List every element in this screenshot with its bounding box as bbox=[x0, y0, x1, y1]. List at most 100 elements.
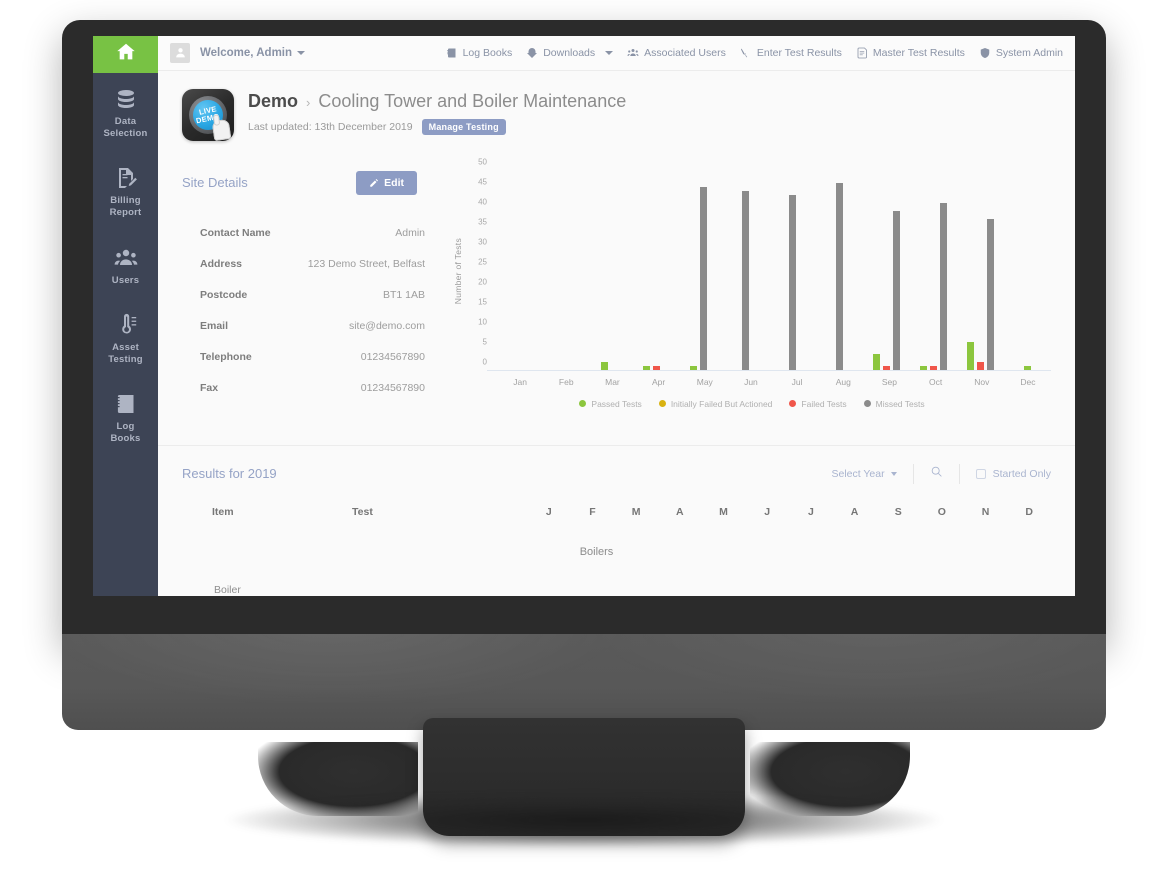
chart-legend: Passed Tests Initially Failed But Actione… bbox=[453, 387, 1051, 409]
chart-x-tick: Mar bbox=[605, 376, 620, 387]
chart-month-group bbox=[816, 171, 863, 370]
logbook-icon bbox=[114, 392, 138, 416]
detail-row: Address 123 Demo Street, Belfast bbox=[182, 258, 437, 270]
nav-system-admin[interactable]: System Admin bbox=[979, 47, 1063, 59]
chevron-down-icon bbox=[297, 50, 306, 55]
sidebar-item-data-selection[interactable]: Data Selection bbox=[93, 73, 158, 152]
column-header-month: S bbox=[894, 505, 902, 518]
last-updated: Last updated: 13th December 2019 bbox=[248, 120, 413, 133]
legend-item[interactable]: Initially Failed But Actioned bbox=[658, 398, 773, 409]
welcome-label: Welcome, Admin bbox=[200, 46, 293, 59]
started-only-checkbox[interactable]: Started Only bbox=[975, 467, 1051, 480]
sidebar-label-line1: Users bbox=[111, 274, 140, 286]
chart-bar[interactable] bbox=[690, 365, 697, 370]
user-avatar-icon bbox=[175, 48, 185, 58]
search-icon[interactable] bbox=[930, 465, 943, 483]
chart-x-tick: Nov bbox=[974, 376, 990, 387]
legend-item[interactable]: Passed Tests bbox=[579, 398, 642, 409]
sidebar-item-asset-testing[interactable]: Asset Testing bbox=[93, 299, 158, 378]
divider bbox=[958, 463, 960, 484]
chart-y-tick: 50 bbox=[478, 157, 487, 167]
sidebar-item-billing-report[interactable]: Billing Report bbox=[93, 152, 158, 231]
chart-bar[interactable] bbox=[967, 341, 974, 370]
chart-bar[interactable] bbox=[873, 353, 880, 370]
chart-bar[interactable] bbox=[742, 190, 749, 370]
breadcrumb-root[interactable]: Demo bbox=[248, 91, 298, 112]
sidebar-label-line1: Log bbox=[116, 421, 135, 433]
chevron-down-icon bbox=[890, 471, 897, 476]
results-table: Item Test J F M A M J J A S O N D Boiler… bbox=[182, 506, 1051, 596]
detail-key: Postcode bbox=[200, 288, 248, 301]
nav-label: Log Books bbox=[462, 46, 513, 59]
manage-testing-badge[interactable]: Manage Testing bbox=[421, 118, 506, 135]
nav-master-test-results[interactable]: Master Test Results bbox=[856, 47, 965, 59]
legend-item[interactable]: Missed Tests bbox=[863, 398, 925, 409]
detail-row: Telephone 01234567890 bbox=[182, 351, 437, 363]
chart-month-group bbox=[1004, 171, 1051, 370]
chart-bar[interactable] bbox=[700, 186, 707, 370]
sidebar-label-line1: Billing bbox=[110, 195, 141, 207]
legend-label: Passed Tests bbox=[591, 398, 642, 409]
sidebar-item-home[interactable] bbox=[93, 36, 158, 73]
column-header-month: A bbox=[850, 505, 859, 518]
thermometer-icon bbox=[114, 313, 138, 337]
chart-bar[interactable] bbox=[653, 365, 660, 370]
legend-item[interactable]: Failed Tests bbox=[789, 399, 847, 409]
chart-bar[interactable] bbox=[789, 194, 796, 370]
chart-bar[interactable] bbox=[977, 361, 984, 370]
sidebar-item-users[interactable]: Users bbox=[93, 232, 158, 299]
site-details-list: Contact Name Admin Address 123 Demo Stre… bbox=[182, 227, 437, 394]
chart-x-tick: Feb bbox=[558, 376, 574, 387]
stand-shadow bbox=[84, 782, 1084, 858]
main-area: Welcome, Admin Log Books Downloads Assoc… bbox=[158, 36, 1075, 596]
chart-y-tick: 30 bbox=[478, 237, 487, 247]
chart-bar[interactable] bbox=[940, 202, 947, 370]
top-nav: Log Books Downloads Associated Users Ent… bbox=[446, 47, 1067, 59]
nav-downloads[interactable]: Downloads bbox=[526, 47, 614, 59]
nav-label: Associated Users bbox=[644, 46, 726, 59]
site-details-panel: Site Details Edit Contact Name Admin Add… bbox=[182, 170, 437, 413]
nav-label: Master Test Results bbox=[872, 46, 965, 59]
nav-enter-test-results[interactable]: Enter Test Results bbox=[740, 47, 842, 59]
sidebar-label-line2: Testing bbox=[108, 353, 143, 365]
detail-row: Contact Name Admin bbox=[182, 227, 437, 239]
chart-bar[interactable] bbox=[920, 365, 927, 370]
chart-month-group bbox=[675, 171, 722, 370]
nav-log-books[interactable]: Log Books bbox=[446, 46, 513, 59]
screen: Data Selection Billing Report Users Asse… bbox=[93, 36, 1075, 596]
live-demo-logo: LIVE DEMO bbox=[182, 88, 234, 141]
edit-button-label: Edit bbox=[384, 176, 404, 189]
sidebar: Data Selection Billing Report Users Asse… bbox=[93, 36, 158, 596]
chart-x-tick: Oct bbox=[929, 376, 943, 387]
chart-bar[interactable] bbox=[601, 361, 608, 370]
started-only-label: Started Only bbox=[992, 467, 1051, 480]
column-header-month: N bbox=[981, 505, 990, 518]
edit-button[interactable]: Edit bbox=[356, 170, 417, 195]
chart-month-group bbox=[487, 171, 534, 370]
chart-y-axis: 0 5 10 15 20 25 30 35 40 45 50 bbox=[465, 157, 487, 371]
table-group-header: Boilers bbox=[579, 545, 614, 558]
sidebar-item-log-books[interactable]: Log Books bbox=[93, 378, 158, 457]
chart-bar[interactable] bbox=[1024, 365, 1031, 370]
select-year-dropdown[interactable]: Select Year bbox=[831, 468, 897, 480]
sidebar-label-line2: Selection bbox=[103, 128, 148, 140]
results-title: Results for 2019 bbox=[182, 466, 277, 482]
chart-bar[interactable] bbox=[643, 365, 650, 370]
chart-month-group bbox=[910, 171, 957, 370]
chart-bar[interactable] bbox=[883, 365, 890, 370]
detail-value: BT1 1AB bbox=[382, 288, 425, 301]
legend-swatch bbox=[658, 400, 666, 408]
chart-month-group bbox=[581, 171, 628, 370]
chart-bar[interactable] bbox=[987, 218, 994, 370]
chart-y-axis-label: Number of Tests bbox=[453, 237, 463, 304]
chart-bar[interactable] bbox=[930, 365, 937, 370]
welcome-menu[interactable]: Welcome, Admin bbox=[200, 46, 306, 59]
chart-x-tick: Jun bbox=[744, 376, 758, 387]
chart-month-group bbox=[957, 171, 1004, 370]
legend-label: Missed Tests bbox=[875, 398, 925, 409]
chart-bar[interactable] bbox=[893, 210, 900, 370]
chart-bar[interactable] bbox=[836, 182, 843, 370]
legend-label: Initially Failed But Actioned bbox=[670, 398, 773, 409]
nav-associated-users[interactable]: Associated Users bbox=[627, 47, 726, 59]
column-header-test: Test bbox=[352, 505, 373, 518]
